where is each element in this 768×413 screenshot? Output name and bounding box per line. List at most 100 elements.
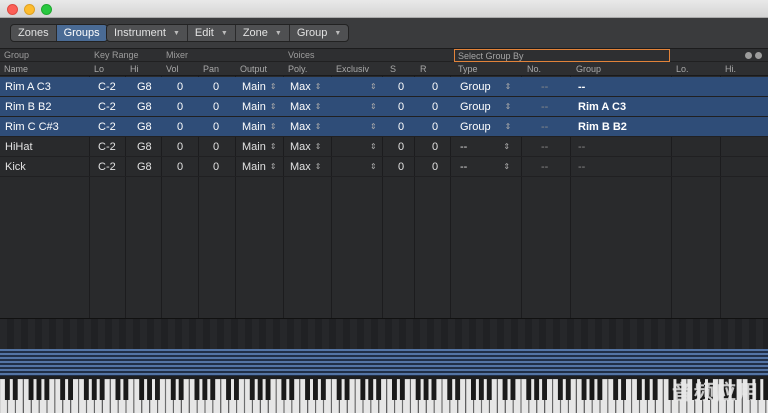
col-group[interactable]: Group [576,62,601,75]
exclusive-select[interactable]: ⇕ [366,157,377,176]
group-value[interactable]: Rim B B2 [578,117,627,136]
black-key[interactable] [249,379,255,400]
black-key[interactable] [597,379,603,400]
black-key[interactable] [139,379,145,400]
black-key[interactable] [613,379,619,400]
black-key[interactable] [60,379,66,400]
black-key[interactable] [565,379,571,400]
black-key[interactable] [510,379,516,400]
black-key[interactable] [170,379,176,400]
exclusive-select[interactable]: ⇕ [366,97,377,116]
volume[interactable]: 0 [177,117,183,136]
group-value[interactable]: -- [578,157,585,176]
black-key[interactable] [289,379,295,400]
group-name[interactable]: Rim C C#3 [5,117,59,136]
black-key[interactable] [257,379,263,400]
piano-keyboard[interactable] [0,379,768,413]
col-hi[interactable]: Hi [130,62,139,75]
black-key[interactable] [447,379,453,400]
key-lo[interactable]: C-2 [98,77,116,96]
black-key[interactable] [392,379,397,400]
group-menu[interactable]: Group ▼ [290,25,349,41]
type-select[interactable]: -- ⇕ [460,137,510,156]
black-key[interactable] [763,379,768,400]
black-key[interactable] [542,379,547,400]
black-key[interactable] [91,379,97,400]
type-select[interactable]: -- ⇕ [460,157,510,176]
type-select[interactable]: Group ⇕ [460,77,511,96]
s-value[interactable]: 0 [398,137,404,156]
group-name[interactable]: Rim A C3 [5,77,51,96]
key-hi[interactable]: G8 [137,137,152,156]
black-key[interactable] [478,379,484,400]
key-lo[interactable]: C-2 [98,97,116,116]
black-key[interactable] [178,379,184,400]
black-key[interactable] [502,379,508,400]
number-value[interactable]: -- [541,157,548,176]
instrument-menu[interactable]: Instrument ▼ [107,25,188,41]
key-hi[interactable]: G8 [137,157,152,176]
key-hi[interactable]: G8 [137,77,152,96]
minimize-window-button[interactable] [24,4,35,15]
black-key[interactable] [621,379,626,400]
r-value[interactable]: 0 [432,77,438,96]
col-no[interactable]: No. [527,62,541,75]
black-key[interactable] [305,379,310,400]
black-key[interactable] [344,379,350,400]
zones-tab[interactable]: Zones [11,25,57,41]
r-value[interactable]: 0 [432,137,438,156]
table-row[interactable]: Kick C-2 G8 0 0 Main ⇕ Max ⇕ ⇕ 0 0 -- ⇕ -- … [0,157,768,177]
col-lo-select[interactable]: Lo. [676,62,689,75]
group-name[interactable]: HiHat [5,137,33,156]
pan[interactable]: 0 [213,97,219,116]
s-value[interactable]: 0 [398,117,404,136]
poly-select[interactable]: Max ⇕ [290,77,321,96]
table-row[interactable]: HiHat C-2 G8 0 0 Main ⇕ Max ⇕ ⇕ 0 0 -- ⇕ --… [0,137,768,157]
black-key[interactable] [376,379,382,400]
black-key[interactable] [471,379,476,400]
col-pan[interactable]: Pan [203,62,219,75]
black-key[interactable] [320,379,326,400]
column-view-icon[interactable] [745,52,752,59]
col-exclusive[interactable]: Exclusiv [336,62,369,75]
r-value[interactable]: 0 [432,117,438,136]
col-s[interactable]: S [390,62,396,75]
table-row[interactable]: Rim B B2 C-2 G8 0 0 Main ⇕ Max ⇕ ⇕ 0 0 Gro… [0,97,768,117]
s-value[interactable]: 0 [398,157,404,176]
col-vol[interactable]: Vol [166,62,179,75]
black-key[interactable] [455,379,461,400]
black-key[interactable] [581,379,587,400]
black-key[interactable] [652,379,658,400]
black-key[interactable] [115,379,121,400]
group-name[interactable]: Rim B B2 [5,97,51,116]
s-value[interactable]: 0 [398,97,404,116]
black-key[interactable] [123,379,129,400]
zone-menu[interactable]: Zone ▼ [236,25,290,41]
s-value[interactable]: 0 [398,77,404,96]
pan[interactable]: 0 [213,117,219,136]
black-key[interactable] [589,379,595,400]
exclusive-select[interactable]: ⇕ [366,117,377,136]
group-value[interactable]: -- [578,77,585,96]
black-key[interactable] [44,379,50,400]
black-key[interactable] [644,379,650,400]
number-value[interactable]: -- [541,77,548,96]
black-key[interactable] [636,379,642,400]
group-value[interactable]: Rim A C3 [578,97,626,116]
pan[interactable]: 0 [213,157,219,176]
close-window-button[interactable] [7,4,18,15]
col-hi-select[interactable]: Hi. [725,62,736,75]
volume[interactable]: 0 [177,157,183,176]
key-lo[interactable]: C-2 [98,157,116,176]
table-row[interactable]: Rim A C3 C-2 G8 0 0 Main ⇕ Max ⇕ ⇕ 0 0 Gro… [0,77,768,97]
black-key[interactable] [202,379,208,400]
key-hi[interactable]: G8 [137,97,152,116]
volume[interactable]: 0 [177,137,183,156]
select-group-by-header[interactable]: Select Group By [454,49,670,62]
volume[interactable]: 0 [177,77,183,96]
black-key[interactable] [313,379,318,400]
exclusive-select[interactable]: ⇕ [366,137,377,156]
black-key[interactable] [486,379,492,400]
black-key[interactable] [99,379,105,400]
black-key[interactable] [210,379,216,400]
